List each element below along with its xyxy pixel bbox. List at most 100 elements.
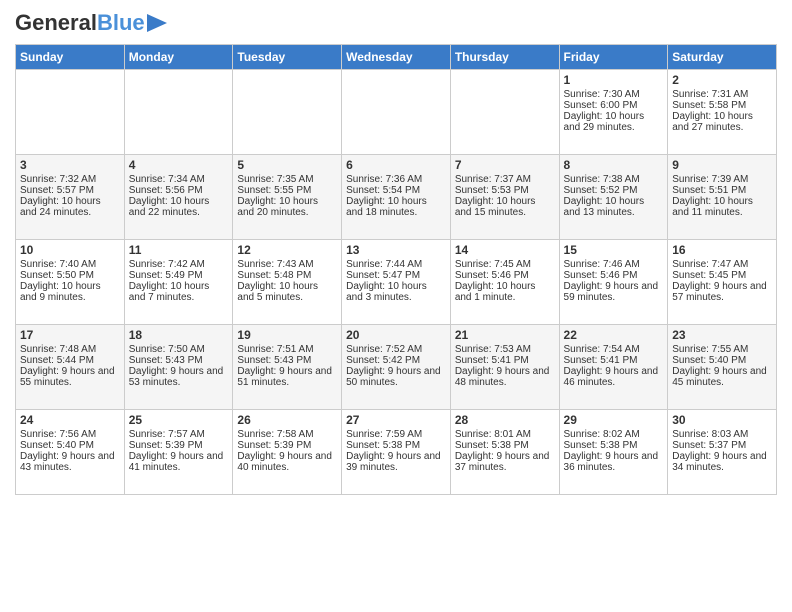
- calendar-cell: 13Sunrise: 7:44 AMSunset: 5:47 PMDayligh…: [342, 240, 451, 325]
- sunrise-text: Sunrise: 7:47 AM: [672, 259, 748, 270]
- sunset-text: Sunset: 5:46 PM: [455, 270, 529, 281]
- sunset-text: Sunset: 5:43 PM: [237, 355, 311, 366]
- weekday-header: Monday: [124, 45, 233, 70]
- calendar-cell: 15Sunrise: 7:46 AMSunset: 5:46 PMDayligh…: [559, 240, 668, 325]
- page-container: GeneralBlue SundayMondayTuesdayWednesday…: [0, 0, 792, 505]
- daylight-text: Daylight: 10 hours and 24 minutes.: [20, 196, 101, 218]
- daylight-text: Daylight: 10 hours and 27 minutes.: [672, 111, 753, 133]
- day-number: 4: [129, 158, 229, 172]
- sunset-text: Sunset: 5:38 PM: [455, 440, 529, 451]
- calendar-cell: 17Sunrise: 7:48 AMSunset: 5:44 PMDayligh…: [16, 325, 125, 410]
- day-number: 19: [237, 328, 337, 342]
- sunrise-text: Sunrise: 7:51 AM: [237, 344, 313, 355]
- daylight-text: Daylight: 10 hours and 20 minutes.: [237, 196, 318, 218]
- calendar-cell: [450, 70, 559, 155]
- day-number: 7: [455, 158, 555, 172]
- sunrise-text: Sunrise: 7:34 AM: [129, 174, 205, 185]
- sunrise-text: Sunrise: 7:58 AM: [237, 429, 313, 440]
- day-number: 25: [129, 413, 229, 427]
- calendar-cell: 29Sunrise: 8:02 AMSunset: 5:38 PMDayligh…: [559, 410, 668, 495]
- sunset-text: Sunset: 5:45 PM: [672, 270, 746, 281]
- sunset-text: Sunset: 5:58 PM: [672, 100, 746, 111]
- sunset-text: Sunset: 5:37 PM: [672, 440, 746, 451]
- daylight-text: Daylight: 10 hours and 7 minutes.: [129, 281, 210, 303]
- daylight-text: Daylight: 9 hours and 41 minutes.: [129, 451, 224, 473]
- sunset-text: Sunset: 5:50 PM: [20, 270, 94, 281]
- sunset-text: Sunset: 5:42 PM: [346, 355, 420, 366]
- day-number: 20: [346, 328, 446, 342]
- sunset-text: Sunset: 6:00 PM: [564, 100, 638, 111]
- sunset-text: Sunset: 5:47 PM: [346, 270, 420, 281]
- sunset-text: Sunset: 5:57 PM: [20, 185, 94, 196]
- daylight-text: Daylight: 10 hours and 1 minute.: [455, 281, 536, 303]
- day-number: 13: [346, 243, 446, 257]
- sunset-text: Sunset: 5:43 PM: [129, 355, 203, 366]
- daylight-text: Daylight: 9 hours and 53 minutes.: [129, 366, 224, 388]
- sunrise-text: Sunrise: 7:39 AM: [672, 174, 748, 185]
- calendar-cell: 11Sunrise: 7:42 AMSunset: 5:49 PMDayligh…: [124, 240, 233, 325]
- day-number: 17: [20, 328, 120, 342]
- sunset-text: Sunset: 5:54 PM: [346, 185, 420, 196]
- weekday-header: Wednesday: [342, 45, 451, 70]
- day-number: 5: [237, 158, 337, 172]
- daylight-text: Daylight: 9 hours and 39 minutes.: [346, 451, 441, 473]
- day-number: 28: [455, 413, 555, 427]
- day-number: 30: [672, 413, 772, 427]
- calendar-cell: 10Sunrise: 7:40 AMSunset: 5:50 PMDayligh…: [16, 240, 125, 325]
- day-number: 3: [20, 158, 120, 172]
- logo-arrow-icon: [147, 14, 167, 32]
- day-number: 9: [672, 158, 772, 172]
- sunrise-text: Sunrise: 8:02 AM: [564, 429, 640, 440]
- calendar-week-row: 24Sunrise: 7:56 AMSunset: 5:40 PMDayligh…: [16, 410, 777, 495]
- sunrise-text: Sunrise: 7:37 AM: [455, 174, 531, 185]
- sunrise-text: Sunrise: 7:57 AM: [129, 429, 205, 440]
- day-number: 29: [564, 413, 664, 427]
- daylight-text: Daylight: 9 hours and 40 minutes.: [237, 451, 332, 473]
- sunrise-text: Sunrise: 7:40 AM: [20, 259, 96, 270]
- sunset-text: Sunset: 5:46 PM: [564, 270, 638, 281]
- sunrise-text: Sunrise: 7:59 AM: [346, 429, 422, 440]
- daylight-text: Daylight: 9 hours and 51 minutes.: [237, 366, 332, 388]
- sunrise-text: Sunrise: 7:54 AM: [564, 344, 640, 355]
- calendar-cell: 2Sunrise: 7:31 AMSunset: 5:58 PMDaylight…: [668, 70, 777, 155]
- calendar-week-row: 1 Sunrise: 7:30 AMSunset: 6:00 PM Daylight…: [16, 70, 777, 155]
- calendar-cell: 25Sunrise: 7:57 AMSunset: 5:39 PMDayligh…: [124, 410, 233, 495]
- daylight-text: Daylight: 9 hours and 55 minutes.: [20, 366, 115, 388]
- day-number: 12: [237, 243, 337, 257]
- weekday-header: Friday: [559, 45, 668, 70]
- calendar-cell: 3Sunrise: 7:32 AMSunset: 5:57 PMDaylight…: [16, 155, 125, 240]
- day-number: 18: [129, 328, 229, 342]
- sunrise-text: Sunrise: 7:50 AM: [129, 344, 205, 355]
- daylight-text: Daylight: 9 hours and 46 minutes.: [564, 366, 659, 388]
- day-number: 23: [672, 328, 772, 342]
- daylight-text: Daylight: 9 hours and 57 minutes.: [672, 281, 767, 303]
- sunrise-text: Sunrise: 7:52 AM: [346, 344, 422, 355]
- sunrise-text: Sunrise: 7:56 AM: [20, 429, 96, 440]
- calendar-cell: 8Sunrise: 7:38 AMSunset: 5:52 PMDaylight…: [559, 155, 668, 240]
- calendar-cell: 4Sunrise: 7:34 AMSunset: 5:56 PMDaylight…: [124, 155, 233, 240]
- sunset-text: Sunset: 5:51 PM: [672, 185, 746, 196]
- sunrise-text: Sunrise: 7:36 AM: [346, 174, 422, 185]
- calendar-table: SundayMondayTuesdayWednesdayThursdayFrid…: [15, 44, 777, 495]
- day-number: 22: [564, 328, 664, 342]
- calendar-cell: 16Sunrise: 7:47 AMSunset: 5:45 PMDayligh…: [668, 240, 777, 325]
- day-number: 1: [564, 73, 664, 87]
- day-number: 11: [129, 243, 229, 257]
- daylight-text: Daylight: 9 hours and 36 minutes.: [564, 451, 659, 473]
- calendar-cell: 9Sunrise: 7:39 AMSunset: 5:51 PMDaylight…: [668, 155, 777, 240]
- daylight-text: Daylight: 10 hours and 18 minutes.: [346, 196, 427, 218]
- daylight-text: Daylight: 10 hours and 9 minutes.: [20, 281, 101, 303]
- sunrise-text: Sunrise: 7:30 AM: [564, 89, 640, 100]
- calendar-cell: 6Sunrise: 7:36 AMSunset: 5:54 PMDaylight…: [342, 155, 451, 240]
- day-number: 8: [564, 158, 664, 172]
- calendar-body: 1 Sunrise: 7:30 AMSunset: 6:00 PM Daylight…: [16, 70, 777, 495]
- daylight-text: Daylight: 9 hours and 43 minutes.: [20, 451, 115, 473]
- sunset-text: Sunset: 5:55 PM: [237, 185, 311, 196]
- sunrise-text: Sunrise: 7:46 AM: [564, 259, 640, 270]
- sunrise-text: Sunrise: 7:55 AM: [672, 344, 748, 355]
- daylight-text: Daylight: 9 hours and 34 minutes.: [672, 451, 767, 473]
- day-number: 2: [672, 73, 772, 87]
- daylight-text: Daylight: 9 hours and 59 minutes.: [564, 281, 659, 303]
- sunset-text: Sunset: 5:40 PM: [672, 355, 746, 366]
- sunset-text: Sunset: 5:53 PM: [455, 185, 529, 196]
